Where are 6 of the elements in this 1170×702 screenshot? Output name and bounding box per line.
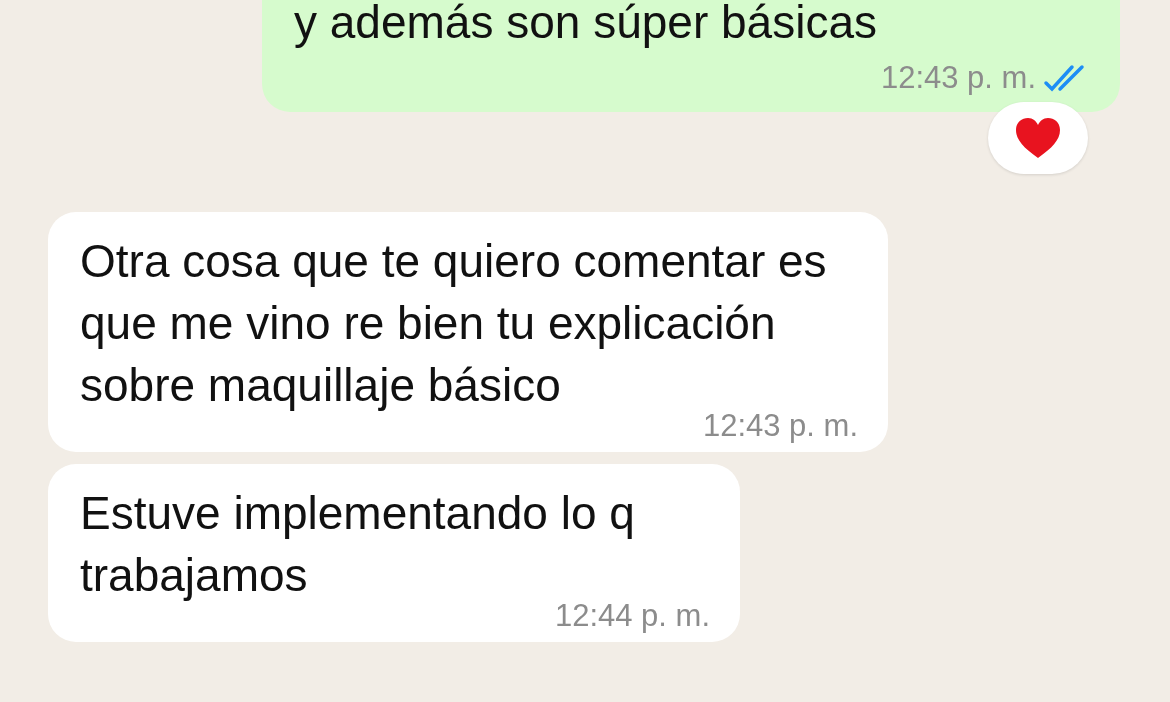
reaction-pill[interactable] xyxy=(988,102,1088,174)
message-text: Otra cosa que te quiero comentar es que me vino re bien tu explicación sobre maquillaje básico xyxy=(80,234,828,413)
message-time: 12:43 p. m. xyxy=(880,62,1036,94)
message-text: Estuve implementando lo q trabajamos xyxy=(80,486,636,603)
message-time: 12:43 p. m. xyxy=(702,410,858,442)
message-time: 12:44 p. m. xyxy=(554,600,710,632)
